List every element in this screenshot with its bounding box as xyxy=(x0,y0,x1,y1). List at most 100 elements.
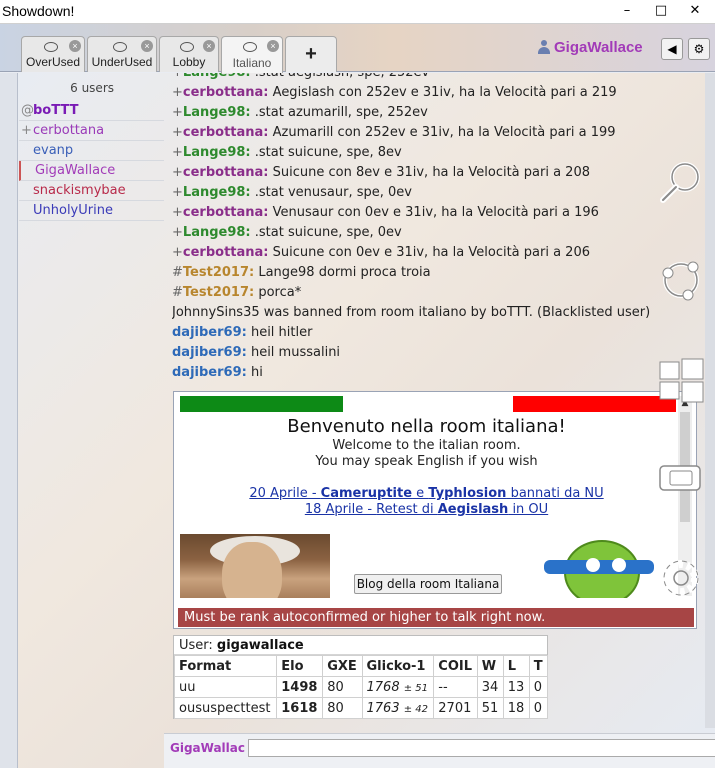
chat-text: Lange98 dormi proca troia xyxy=(254,265,431,280)
rating-cell-coil: -- xyxy=(433,676,478,698)
user-name[interactable]: snackismybae xyxy=(33,183,126,198)
search-icon[interactable] xyxy=(656,157,706,207)
share-icon[interactable] xyxy=(656,255,706,305)
chat-text: Azumarill con 252ev e 31iv, ha la Veloci… xyxy=(268,125,616,140)
rating-cell-glicko: 1768 ± 51 xyxy=(361,676,435,698)
tab-close-icon[interactable]: × xyxy=(203,40,215,52)
chat-own-name: GigaWallac xyxy=(170,741,245,755)
add-tab-button[interactable]: + xyxy=(285,36,337,72)
settings-charm-icon[interactable] xyxy=(656,553,706,603)
user-list-item[interactable]: GigaWallace xyxy=(19,161,164,181)
blog-button[interactable]: Blog della room Italiana xyxy=(354,574,502,594)
tab-italiano[interactable]: × Italiano xyxy=(221,36,283,73)
header-username[interactable]: GigaWallace xyxy=(554,39,643,56)
chat-text: Suicune con 8ev e 31iv, ha la Velocità p… xyxy=(268,165,590,180)
rating-deviation: ± 51 xyxy=(403,682,429,694)
chat-rank: + xyxy=(172,165,183,180)
user-name[interactable]: cerbottana xyxy=(33,123,104,138)
user-name[interactable]: boTTT xyxy=(33,103,78,118)
chat-text: JohnnySins35 was banned from room italia… xyxy=(172,305,651,320)
tab-overused[interactable]: × OverUsed xyxy=(21,36,85,72)
rating-header: Elo xyxy=(276,655,324,677)
chat-username[interactable]: cerbottana: xyxy=(183,165,269,180)
rating-value-l: 18 xyxy=(507,700,525,716)
tab-close-icon[interactable]: × xyxy=(141,40,153,52)
chat-username[interactable]: cerbottana: xyxy=(183,85,269,100)
user-name[interactable]: GigaWallace xyxy=(35,163,115,178)
chat-username[interactable]: Lange98: xyxy=(183,225,251,240)
chat-username[interactable]: Lange98: xyxy=(183,73,251,80)
user-box[interactable]: GigaWallace xyxy=(538,36,643,58)
rating-value-glicko: 1763 xyxy=(366,700,400,716)
chat-log[interactable]: +Lange98: .stat aegislash, spe, 252ev+ce… xyxy=(172,73,682,388)
tab-lobby[interactable]: × Lobby xyxy=(159,36,219,72)
chat-bubble-icon xyxy=(243,42,257,52)
rating-cell-gxe: 80 xyxy=(322,697,363,719)
chat-username[interactable]: Lange98: xyxy=(183,105,251,120)
tab-close-icon[interactable]: × xyxy=(267,40,279,52)
user-name[interactable]: UnholyUrine xyxy=(33,203,113,218)
chat-username[interactable]: cerbottana: xyxy=(183,125,269,140)
chat-message: #Test2017: porca* xyxy=(172,283,682,303)
main-scrollbar[interactable] xyxy=(705,73,715,728)
user-list-item[interactable]: snackismybae xyxy=(19,181,164,201)
user-list-item[interactable]: evanp xyxy=(19,141,164,161)
chat-message: +Lange98: .stat venusaur, spe, 0ev xyxy=(172,183,682,203)
rating-cell-t: 0 xyxy=(528,676,549,698)
user-name[interactable]: evanp xyxy=(33,143,73,158)
user-list-item[interactable]: @boTTT xyxy=(19,101,164,121)
windows-start-icon[interactable] xyxy=(656,356,706,406)
rating-user-label: User: xyxy=(179,638,217,653)
user-list-item[interactable]: UnholyUrine xyxy=(19,201,164,221)
devices-icon[interactable] xyxy=(656,456,706,506)
chat-text: .stat azumarill, spe, 252ev xyxy=(250,105,428,120)
chat-rank: + xyxy=(172,105,183,120)
chat-message: #Test2017: Lange98 dormi proca troia xyxy=(172,263,682,283)
tab-close-icon[interactable]: × xyxy=(69,40,81,52)
portrait-image xyxy=(180,534,330,598)
chat-text: .stat aegislash, spe, 252ev xyxy=(251,73,429,80)
news-link-2[interactable]: 18 Aprile - Retest di Aegislash in OU xyxy=(174,502,679,517)
chat-username[interactable]: Lange98: xyxy=(183,185,251,200)
chat-username[interactable]: dajiber69: xyxy=(172,345,247,360)
chat-username[interactable]: dajiber69: xyxy=(172,365,247,380)
rating-deviation: ± 42 xyxy=(403,703,429,715)
chat-rank: + xyxy=(172,145,183,160)
close-window-button[interactable]: ✕ xyxy=(678,0,712,22)
rating-value-t: 0 xyxy=(533,679,543,695)
rating-header: GXE xyxy=(322,655,363,677)
maximize-button[interactable]: □ xyxy=(644,0,678,22)
chat-username[interactable]: dajiber69: xyxy=(172,325,247,340)
left-strip xyxy=(0,73,18,768)
rating-cell-w: 51 xyxy=(476,697,504,719)
chat-text: .stat venusaur, spe, 0ev xyxy=(250,185,412,200)
chat-username[interactable]: Lange98: xyxy=(183,145,251,160)
chat-username[interactable]: Test2017: xyxy=(183,285,254,300)
news-2-b: Aegislash xyxy=(437,502,509,517)
settings-button[interactable]: ⚙ xyxy=(688,38,710,60)
rating-cell-l: 18 xyxy=(502,697,530,719)
room-main: 6 users @boTTT +cerbottana evanp GigaWallac… xyxy=(0,73,715,768)
chat-rank: + xyxy=(172,125,183,140)
chat-input[interactable] xyxy=(248,739,715,757)
chat-text: heil hitler xyxy=(246,325,313,340)
chat-username[interactable]: cerbottana: xyxy=(183,245,269,260)
sound-button[interactable]: ◀ xyxy=(661,38,683,60)
chat-username[interactable]: cerbottana: xyxy=(183,205,269,220)
rating-header: W xyxy=(476,655,504,677)
chat-message: +Lange98: .stat suicune, spe, 0ev xyxy=(172,223,682,243)
rating-row: uu 1498 80 1768 ± 51 -- 34 13 0 xyxy=(173,676,549,698)
rating-cell-format: uu xyxy=(173,676,278,698)
news-link-1[interactable]: 20 Aprile - Cameruptite e Typhlosion ban… xyxy=(174,486,679,501)
chat-bubble-icon xyxy=(113,42,127,52)
rating-value-elo: 1618 xyxy=(281,700,318,716)
minimize-button[interactable]: – xyxy=(610,0,644,22)
chat-message: +cerbottana: Aegislash con 252ev e 31iv,… xyxy=(172,83,682,103)
rating-cell-elo: 1618 xyxy=(276,697,324,719)
tab-underused[interactable]: × UnderUsed xyxy=(87,36,157,72)
chat-username[interactable]: Test2017: xyxy=(183,265,254,280)
room-tabs: × OverUsed × UnderUsed × Lobby × Italian… xyxy=(21,36,339,73)
rating-table: Format Elo GXE Glicko-1 COIL W L T uu 1498 80 1768… xyxy=(173,655,549,719)
chat-text: .stat suicune, spe, 8ev xyxy=(250,145,402,160)
user-list-item[interactable]: +cerbottana xyxy=(19,121,164,141)
